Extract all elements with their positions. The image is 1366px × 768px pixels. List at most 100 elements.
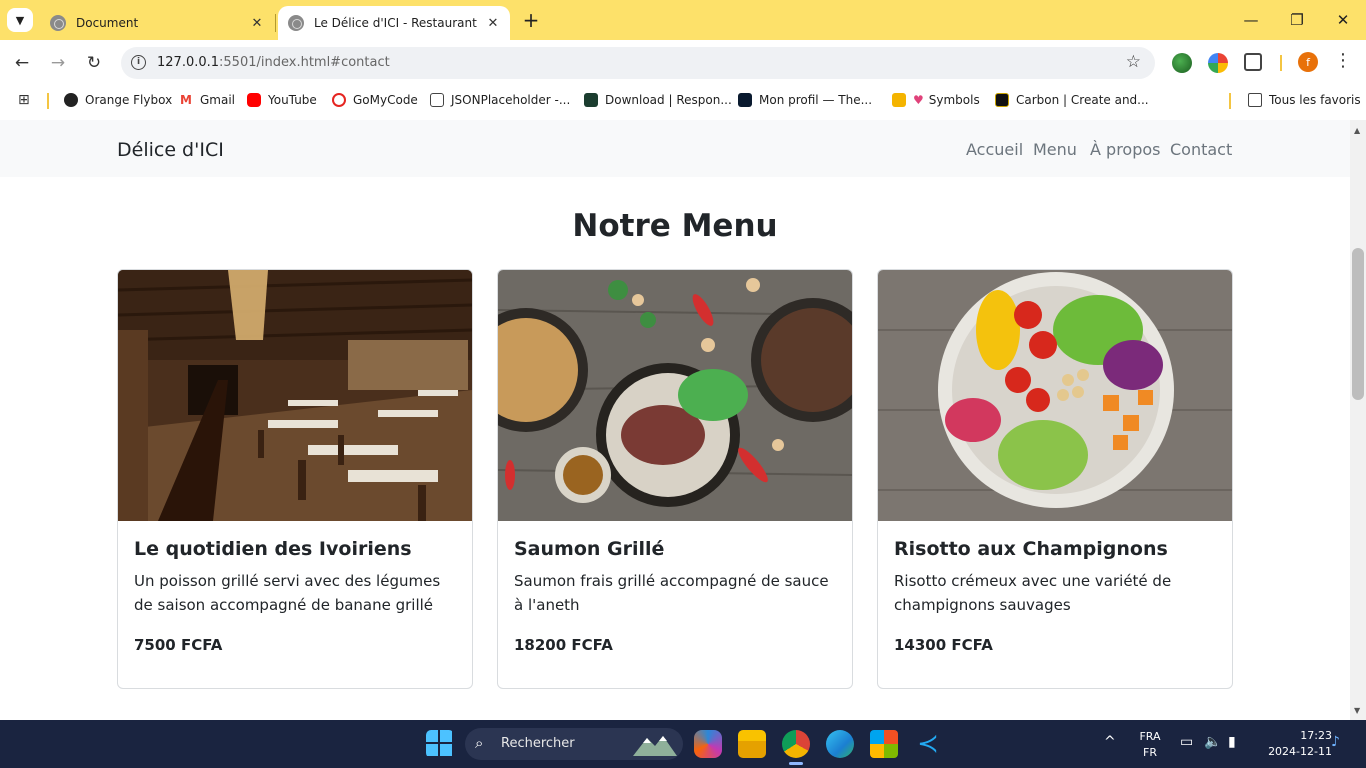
reload-button[interactable]: ↻ [81,50,107,76]
address-bar[interactable]: i 127.0.0.1:5501/index.html#contact ☆ [121,47,1155,79]
gmail-icon: M [179,93,193,107]
section-title: Notre Menu [572,208,778,244]
menu-card: Saumon Grillé Saumon frais grillé accomp… [497,269,853,689]
mountain-icon [633,736,677,756]
bookmark-divider [1229,93,1231,109]
card-title: Le quotidien des Ivoiriens [134,538,412,560]
extension-color-icon[interactable] [1208,53,1228,73]
minimize-button[interactable]: — [1236,8,1266,32]
close-window-button[interactable]: ✕ [1328,8,1358,32]
carbon-icon [995,93,1009,107]
scroll-down-arrow-icon[interactable]: ▼ [1354,706,1360,715]
bookmarks-bar: ⊞ Orange Flybox M Gmail YouTube GoMyCode… [0,86,1366,114]
extensions-puzzle-icon[interactable] [1244,53,1262,71]
tab-divider [275,14,276,32]
windows-taskbar: ⌕ Rechercher ≺ ^ FRA FR ▭ 🔈 ▮ 17:23 2024… [0,720,1366,768]
bookmark-star-icon[interactable]: ☆ [1126,52,1141,72]
card-price: 14300 FCFA [894,636,993,654]
nav-link-menu[interactable]: Menu [1033,140,1077,159]
volume-icon[interactable]: 🔈 [1204,734,1221,750]
bookmark-gomycode[interactable]: GoMyCode [332,91,418,109]
card-description: Saumon frais grillé accompagné de sauce … [514,572,829,614]
clock-time[interactable]: 17:23 [1252,729,1332,742]
bookmark-symbols[interactable]: ♥ Symbols [892,91,980,109]
bookmark-carbon[interactable]: Carbon | Create and... [995,91,1149,109]
tab-strip: ▼ Document ✕ Le Délice d'ICI - Restauran… [0,0,1366,40]
nav-link-accueil[interactable]: Accueil [966,140,1023,159]
tab-title: Document [76,16,139,30]
nav-link-contact[interactable]: Contact [1170,140,1232,159]
start-windows-icon[interactable] [426,730,454,758]
notification-bell-icon[interactable]: ♪ [1331,734,1340,750]
tab-search-button[interactable]: ▼ [7,8,33,32]
card-image-grilled-meat [498,270,852,521]
close-icon[interactable]: ✕ [482,16,504,31]
active-app-indicator [789,762,803,765]
menu-card: Risotto aux Champignons Risotto crémeux … [877,269,1233,689]
all-bookmarks-button[interactable]: Tous les favoris [1248,91,1361,109]
bookmark-mon-profil[interactable]: Mon profil — The... [738,91,872,109]
card-description: Risotto crémeux avec une variété de cham… [894,572,1172,614]
bookmark-favicon [64,93,78,107]
bookmark-youtube[interactable]: YouTube [247,91,317,109]
page-scrollbar[interactable]: ▲ ▼ [1350,120,1366,720]
new-tab-button[interactable]: + [520,8,542,32]
chrome-icon[interactable] [782,730,810,758]
bookmark-orange-flybox[interactable]: Orange Flybox [64,91,172,109]
file-explorer-icon[interactable] [738,730,766,758]
more-menu-icon[interactable]: ⋮ [1334,50,1352,71]
back-button[interactable]: ← [9,50,35,76]
tab-restaurant[interactable]: Le Délice d'ICI - Restaurant ✕ [278,6,510,40]
forward-button[interactable]: → [45,50,71,76]
download-site-icon [584,93,598,107]
edge-icon[interactable] [826,730,854,758]
scroll-thumb[interactable] [1352,248,1364,400]
chevron-down-icon: ▼ [15,13,25,27]
taskbar-search-label: Rechercher [501,736,575,751]
symbols-icon [892,93,906,107]
site-brand[interactable]: Délice d'ICI [117,139,224,161]
card-image-restaurant [118,270,472,521]
network-icon[interactable]: ▭ [1180,734,1193,750]
close-icon[interactable]: ✕ [246,16,268,31]
card-price: 7500 FCFA [134,636,223,654]
youtube-icon [247,93,261,107]
battery-icon[interactable]: ▮ [1228,734,1236,750]
url-text[interactable]: 127.0.0.1:5501/index.html#contact [157,55,390,70]
card-title: Saumon Grillé [514,538,665,560]
browser-toolbar: ← → ↻ i 127.0.0.1:5501/index.html#contac… [0,40,1366,86]
bookmark-download-respon[interactable]: Download | Respon... [584,91,732,109]
input-language[interactable]: FRA [1138,730,1162,743]
site-navbar: Délice d'ICI Accueil Menu À propos Conta… [0,120,1350,177]
globe-icon [50,15,66,31]
globe-icon [288,15,304,31]
tab-document[interactable]: Document ✕ [40,6,274,40]
search-icon: ⌕ [475,734,484,752]
extension-globe-icon[interactable] [1172,53,1192,73]
page-viewport: Délice d'ICI Accueil Menu À propos Conta… [0,120,1350,720]
vscode-icon[interactable]: ≺ [914,729,942,759]
card-image-salad-bowl [878,270,1232,521]
bookmark-gmail[interactable]: M Gmail [179,91,235,109]
gomycode-icon [332,93,346,107]
taskbar-search[interactable]: ⌕ Rechercher [465,728,683,760]
copilot-icon[interactable] [694,730,722,758]
info-icon[interactable]: i [131,55,146,70]
profile-avatar[interactable]: f [1298,52,1318,72]
apps-grid-icon[interactable]: ⊞ [18,92,30,108]
clock-date[interactable]: 2024-12-11 [1252,745,1332,758]
jsonplaceholder-icon [430,93,444,107]
microsoft-store-icon[interactable] [870,730,898,758]
card-title: Risotto aux Champignons [894,538,1168,560]
bookmark-jsonplaceholder[interactable]: JSONPlaceholder -... [430,91,570,109]
scroll-up-arrow-icon[interactable]: ▲ [1354,126,1360,135]
bookmark-divider [47,93,49,109]
card-price: 18200 FCFA [514,636,613,654]
show-hidden-icons-chevron-icon[interactable]: ^ [1104,734,1116,750]
keyboard-layout[interactable]: FR [1138,746,1162,759]
profile-site-icon [738,93,752,107]
tab-title: Le Délice d'ICI - Restaurant [314,16,477,30]
nav-link-a-propos[interactable]: À propos [1090,140,1160,159]
restore-button[interactable]: ❐ [1282,8,1312,32]
menu-card: Le quotidien des Ivoiriens Un poisson gr… [117,269,473,689]
